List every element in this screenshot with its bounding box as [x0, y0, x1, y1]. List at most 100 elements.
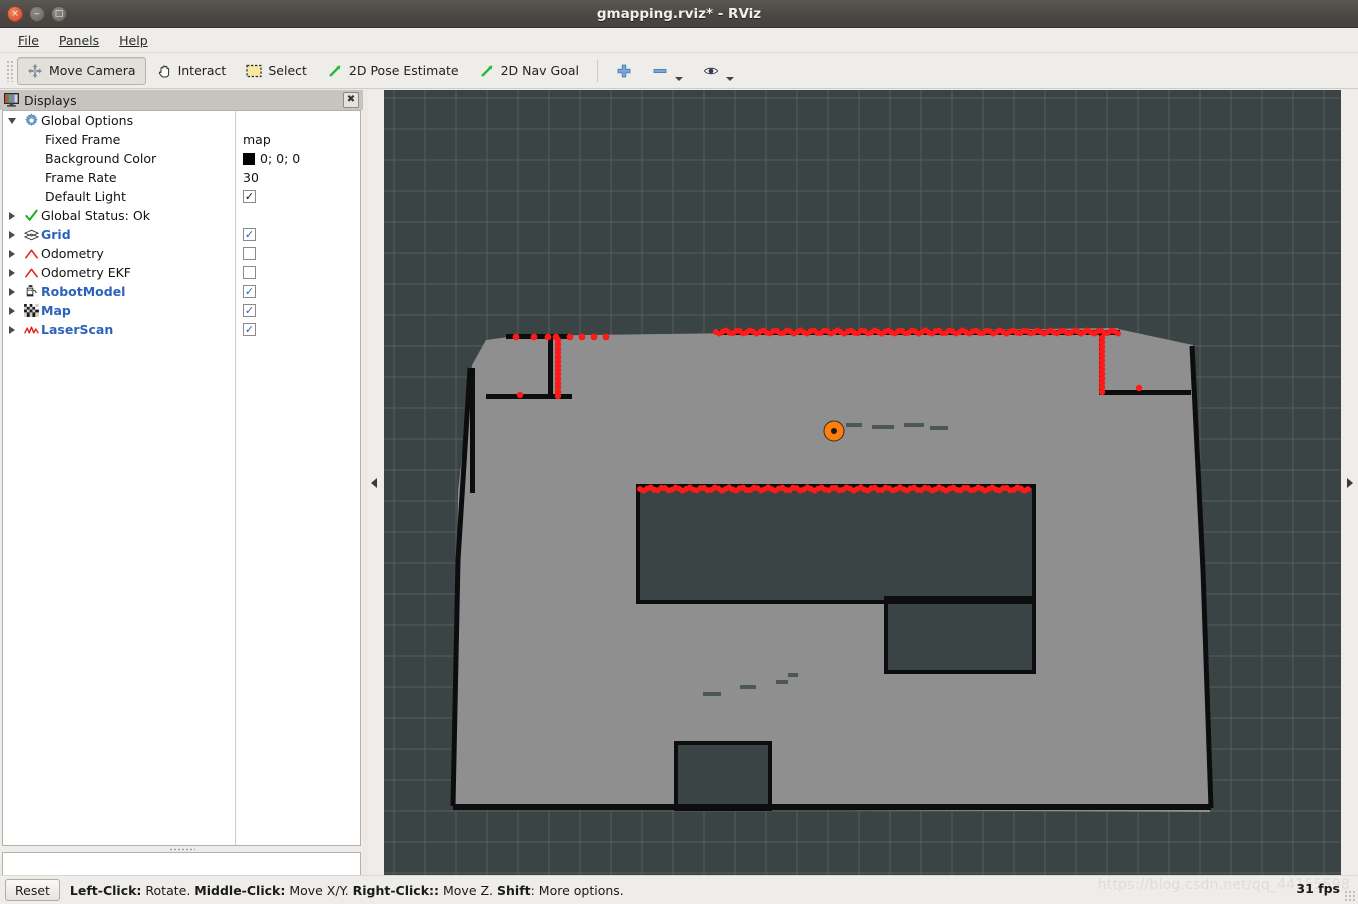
hint-part-2: Middle-Click:: [194, 882, 286, 898]
display-row-label: Frame Rate: [45, 170, 117, 185]
menu-help-label: Help: [119, 32, 148, 48]
menu-help[interactable]: Help: [109, 31, 158, 50]
expander-expand-icon[interactable]: [3, 301, 21, 320]
laser-point: [512, 333, 520, 341]
fps-indicator: 31 fps: [1296, 881, 1340, 896]
display-row-grid[interactable]: Grid ✓: [3, 225, 360, 244]
tool-select[interactable]: Select: [236, 57, 317, 85]
resize-grip[interactable]: [1344, 890, 1356, 902]
menu-file[interactable]: File: [8, 31, 49, 50]
laser-point: [516, 391, 524, 399]
left-panel-collapse-handle[interactable]: [368, 90, 380, 875]
display-row-value[interactable]: ✓: [243, 190, 256, 203]
row-icon-slot: [21, 301, 41, 320]
tool-move-camera[interactable]: Move Camera: [17, 56, 146, 85]
display-row-map[interactable]: Map ✓: [3, 301, 360, 320]
right-panel-collapse-handle[interactable]: [1342, 90, 1358, 875]
laserscan-icon: [23, 324, 39, 336]
display-row-default-light[interactable]: Default Light ✓: [3, 187, 360, 206]
wall-alcove-left-v: [548, 336, 553, 398]
display-row-value[interactable]: [243, 247, 256, 260]
main-toolbar: Move Camera Interact Select 2D Pose Esti…: [0, 53, 1358, 89]
green-arrow-icon: [479, 63, 495, 79]
display-row-odometry-ekf[interactable]: Odometry EKF: [3, 263, 360, 282]
display-row-background-color[interactable]: Background Color 0; 0; 0: [3, 149, 360, 168]
display-enable-checkbox[interactable]: [243, 247, 256, 260]
display-row-robotmodel[interactable]: RobotModel ✓: [3, 282, 360, 301]
display-row-label: Global Options: [41, 113, 134, 128]
display-row-value[interactable]: [243, 266, 256, 279]
displays-panel-title: Displays: [24, 92, 77, 108]
display-row-laserscan[interactable]: LaserScan ✓: [3, 320, 360, 339]
display-row-value[interactable]: 30: [243, 170, 259, 185]
robot-icon: [24, 284, 39, 299]
odom-icon: [24, 267, 39, 279]
display-enable-checkbox[interactable]: ✓: [243, 190, 256, 203]
displays-panel-header: Displays ✖: [0, 90, 363, 110]
laser-point: [1025, 486, 1031, 493]
display-enable-checkbox[interactable]: ✓: [243, 285, 256, 298]
laser-point: [1115, 330, 1121, 337]
hint-part-6: Shift: [497, 882, 531, 898]
display-row-value[interactable]: map: [243, 132, 271, 147]
row-icon-slot: [21, 282, 41, 301]
display-row-value[interactable]: ✓: [243, 285, 256, 298]
views-button[interactable]: [693, 57, 744, 85]
hint-part-4: Right-Click::: [352, 882, 440, 898]
add-tool-button[interactable]: [606, 57, 642, 85]
display-row-value[interactable]: ✓: [243, 228, 256, 241]
expander-expand-icon[interactable]: [3, 225, 21, 244]
display-row-odometry[interactable]: Odometry: [3, 244, 360, 263]
hint-part-1: Rotate.: [141, 882, 195, 898]
display-row-global-options[interactable]: Global Options: [3, 111, 360, 130]
remove-tool-button[interactable]: [642, 57, 693, 85]
displays-tree[interactable]: Global Options Fixed Frame map Background C…: [2, 110, 361, 846]
display-row-label: RobotModel: [41, 284, 126, 299]
display-enable-checkbox[interactable]: [243, 266, 256, 279]
display-row-value[interactable]: ✓: [243, 304, 256, 317]
expander-expand-icon[interactable]: [3, 244, 21, 263]
displays-monitor-icon: [4, 93, 19, 107]
toolbar-grip[interactable]: [6, 59, 14, 82]
expander-expand-icon[interactable]: [3, 206, 21, 225]
value-text: 30: [243, 170, 259, 185]
splitter-grip: [168, 847, 195, 851]
display-enable-checkbox[interactable]: ✓: [243, 304, 256, 317]
expander-expand-icon[interactable]: [3, 263, 21, 282]
plus-icon: [616, 63, 632, 79]
chevron-down-icon[interactable]: [675, 76, 683, 81]
tool-interact[interactable]: Interact: [146, 57, 237, 85]
display-row-value[interactable]: 0; 0; 0: [243, 151, 300, 166]
expander-spacer: [3, 149, 21, 168]
minus-icon: [652, 63, 668, 79]
render-viewport[interactable]: [384, 90, 1341, 875]
chevron-down-icon[interactable]: [726, 76, 734, 81]
tool-2d-nav-goal[interactable]: 2D Nav Goal: [469, 57, 589, 85]
mouse-hint-text: Left-Click: Rotate. Middle-Click: Move X…: [70, 883, 624, 898]
clutter-blob: [904, 423, 924, 427]
expander-collapse-icon[interactable]: [3, 111, 21, 130]
display-row-global-status-ok[interactable]: Global Status: Ok: [3, 206, 360, 225]
display-row-frame-rate[interactable]: Frame Rate 30: [3, 168, 360, 187]
display-enable-checkbox[interactable]: ✓: [243, 323, 256, 336]
display-row-value[interactable]: ✓: [243, 323, 256, 336]
display-row-fixed-frame[interactable]: Fixed Frame map: [3, 130, 360, 149]
menu-panels[interactable]: Panels: [49, 31, 109, 50]
reset-button[interactable]: Reset: [5, 879, 60, 901]
display-enable-checkbox[interactable]: ✓: [243, 228, 256, 241]
displays-panel-close-button[interactable]: ✖: [343, 92, 359, 108]
row-icon-slot: [21, 225, 41, 244]
expander-spacer: [3, 187, 21, 206]
color-swatch[interactable]: [243, 152, 255, 165]
expander-expand-icon[interactable]: [3, 320, 21, 339]
map-unknown-region-small-room: [678, 745, 768, 807]
laser-point: [530, 333, 538, 341]
expander-expand-icon[interactable]: [3, 282, 21, 301]
select-rect-icon: [246, 64, 262, 78]
menu-file-label: File: [18, 32, 39, 48]
display-row-label: LaserScan: [41, 322, 114, 337]
tool-2d-nav-goal-label: 2D Nav Goal: [500, 63, 579, 78]
hint-part-3: Move X/Y.: [285, 882, 353, 898]
menu-bar: File Panels Help: [0, 28, 1358, 53]
tool-2d-pose-estimate[interactable]: 2D Pose Estimate: [317, 57, 469, 85]
